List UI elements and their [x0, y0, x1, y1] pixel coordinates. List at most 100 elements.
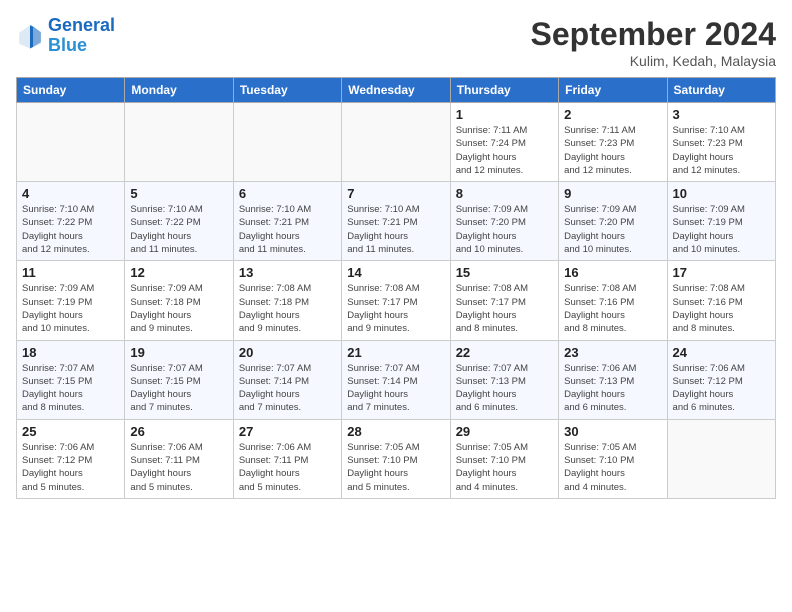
table-row: 14 Sunrise: 7:08 AMSunset: 7:17 PMDaylig…: [342, 261, 450, 340]
logo: General Blue: [16, 16, 115, 56]
table-row: 4 Sunrise: 7:10 AMSunset: 7:22 PMDayligh…: [17, 182, 125, 261]
day-number: 29: [456, 424, 553, 439]
table-row: 5 Sunrise: 7:10 AMSunset: 7:22 PMDayligh…: [125, 182, 233, 261]
day-info: Sunrise: 7:06 AMSunset: 7:13 PMDaylight …: [564, 362, 661, 415]
day-info: Sunrise: 7:06 AMSunset: 7:12 PMDaylight …: [22, 441, 119, 494]
col-header-wednesday: Wednesday: [342, 78, 450, 103]
calendar-body: 1 Sunrise: 7:11 AMSunset: 7:24 PMDayligh…: [17, 103, 776, 499]
day-number: 7: [347, 186, 444, 201]
day-info: Sunrise: 7:06 AMSunset: 7:11 PMDaylight …: [130, 441, 227, 494]
day-number: 23: [564, 345, 661, 360]
day-number: 5: [130, 186, 227, 201]
calendar-week-4: 18 Sunrise: 7:07 AMSunset: 7:15 PMDaylig…: [17, 340, 776, 419]
title-block: September 2024 Kulim, Kedah, Malaysia: [531, 16, 776, 69]
table-row: 26 Sunrise: 7:06 AMSunset: 7:11 PMDaylig…: [125, 419, 233, 498]
day-number: 11: [22, 265, 119, 280]
calendar-header-row: SundayMondayTuesdayWednesdayThursdayFrid…: [17, 78, 776, 103]
day-info: Sunrise: 7:10 AMSunset: 7:22 PMDaylight …: [22, 203, 119, 256]
day-number: 14: [347, 265, 444, 280]
day-number: 25: [22, 424, 119, 439]
month-title: September 2024: [531, 16, 776, 53]
day-number: 20: [239, 345, 336, 360]
day-info: Sunrise: 7:06 AMSunset: 7:12 PMDaylight …: [673, 362, 770, 415]
calendar-week-3: 11 Sunrise: 7:09 AMSunset: 7:19 PMDaylig…: [17, 261, 776, 340]
calendar-table: SundayMondayTuesdayWednesdayThursdayFrid…: [16, 77, 776, 499]
logo-text: General Blue: [48, 16, 115, 56]
day-info: Sunrise: 7:08 AMSunset: 7:17 PMDaylight …: [456, 282, 553, 335]
table-row: 28 Sunrise: 7:05 AMSunset: 7:10 PMDaylig…: [342, 419, 450, 498]
day-number: 16: [564, 265, 661, 280]
table-row: 6 Sunrise: 7:10 AMSunset: 7:21 PMDayligh…: [233, 182, 341, 261]
col-header-monday: Monday: [125, 78, 233, 103]
day-info: Sunrise: 7:09 AMSunset: 7:20 PMDaylight …: [564, 203, 661, 256]
table-row: 23 Sunrise: 7:06 AMSunset: 7:13 PMDaylig…: [559, 340, 667, 419]
day-info: Sunrise: 7:07 AMSunset: 7:13 PMDaylight …: [456, 362, 553, 415]
table-row: 10 Sunrise: 7:09 AMSunset: 7:19 PMDaylig…: [667, 182, 775, 261]
day-number: 3: [673, 107, 770, 122]
col-header-thursday: Thursday: [450, 78, 558, 103]
day-info: Sunrise: 7:09 AMSunset: 7:18 PMDaylight …: [130, 282, 227, 335]
calendar-week-5: 25 Sunrise: 7:06 AMSunset: 7:12 PMDaylig…: [17, 419, 776, 498]
day-info: Sunrise: 7:06 AMSunset: 7:11 PMDaylight …: [239, 441, 336, 494]
day-info: Sunrise: 7:07 AMSunset: 7:15 PMDaylight …: [130, 362, 227, 415]
day-info: Sunrise: 7:05 AMSunset: 7:10 PMDaylight …: [347, 441, 444, 494]
day-info: Sunrise: 7:05 AMSunset: 7:10 PMDaylight …: [564, 441, 661, 494]
day-number: 21: [347, 345, 444, 360]
table-row: 11 Sunrise: 7:09 AMSunset: 7:19 PMDaylig…: [17, 261, 125, 340]
day-info: Sunrise: 7:07 AMSunset: 7:14 PMDaylight …: [347, 362, 444, 415]
location-subtitle: Kulim, Kedah, Malaysia: [531, 53, 776, 69]
day-number: 8: [456, 186, 553, 201]
day-info: Sunrise: 7:10 AMSunset: 7:22 PMDaylight …: [130, 203, 227, 256]
day-info: Sunrise: 7:08 AMSunset: 7:16 PMDaylight …: [673, 282, 770, 335]
table-row: 25 Sunrise: 7:06 AMSunset: 7:12 PMDaylig…: [17, 419, 125, 498]
day-number: 10: [673, 186, 770, 201]
table-row: [233, 103, 341, 182]
table-row: 17 Sunrise: 7:08 AMSunset: 7:16 PMDaylig…: [667, 261, 775, 340]
logo-icon: [16, 22, 44, 50]
day-number: 12: [130, 265, 227, 280]
day-info: Sunrise: 7:08 AMSunset: 7:16 PMDaylight …: [564, 282, 661, 335]
day-number: 15: [456, 265, 553, 280]
table-row: 2 Sunrise: 7:11 AMSunset: 7:23 PMDayligh…: [559, 103, 667, 182]
table-row: 30 Sunrise: 7:05 AMSunset: 7:10 PMDaylig…: [559, 419, 667, 498]
day-info: Sunrise: 7:08 AMSunset: 7:18 PMDaylight …: [239, 282, 336, 335]
day-number: 28: [347, 424, 444, 439]
table-row: [342, 103, 450, 182]
day-number: 1: [456, 107, 553, 122]
day-number: 22: [456, 345, 553, 360]
day-info: Sunrise: 7:07 AMSunset: 7:14 PMDaylight …: [239, 362, 336, 415]
day-number: 19: [130, 345, 227, 360]
day-number: 2: [564, 107, 661, 122]
day-info: Sunrise: 7:11 AMSunset: 7:23 PMDaylight …: [564, 124, 661, 177]
page-header: General Blue September 2024 Kulim, Kedah…: [16, 16, 776, 69]
day-number: 13: [239, 265, 336, 280]
day-info: Sunrise: 7:09 AMSunset: 7:20 PMDaylight …: [456, 203, 553, 256]
day-number: 18: [22, 345, 119, 360]
table-row: 20 Sunrise: 7:07 AMSunset: 7:14 PMDaylig…: [233, 340, 341, 419]
table-row: 29 Sunrise: 7:05 AMSunset: 7:10 PMDaylig…: [450, 419, 558, 498]
table-row: 19 Sunrise: 7:07 AMSunset: 7:15 PMDaylig…: [125, 340, 233, 419]
col-header-sunday: Sunday: [17, 78, 125, 103]
day-number: 9: [564, 186, 661, 201]
table-row: 15 Sunrise: 7:08 AMSunset: 7:17 PMDaylig…: [450, 261, 558, 340]
day-info: Sunrise: 7:05 AMSunset: 7:10 PMDaylight …: [456, 441, 553, 494]
table-row: 27 Sunrise: 7:06 AMSunset: 7:11 PMDaylig…: [233, 419, 341, 498]
calendar-week-2: 4 Sunrise: 7:10 AMSunset: 7:22 PMDayligh…: [17, 182, 776, 261]
day-number: 27: [239, 424, 336, 439]
table-row: 13 Sunrise: 7:08 AMSunset: 7:18 PMDaylig…: [233, 261, 341, 340]
col-header-saturday: Saturday: [667, 78, 775, 103]
table-row: 1 Sunrise: 7:11 AMSunset: 7:24 PMDayligh…: [450, 103, 558, 182]
col-header-tuesday: Tuesday: [233, 78, 341, 103]
table-row: 16 Sunrise: 7:08 AMSunset: 7:16 PMDaylig…: [559, 261, 667, 340]
calendar-week-1: 1 Sunrise: 7:11 AMSunset: 7:24 PMDayligh…: [17, 103, 776, 182]
table-row: 8 Sunrise: 7:09 AMSunset: 7:20 PMDayligh…: [450, 182, 558, 261]
col-header-friday: Friday: [559, 78, 667, 103]
day-info: Sunrise: 7:09 AMSunset: 7:19 PMDaylight …: [22, 282, 119, 335]
day-info: Sunrise: 7:10 AMSunset: 7:23 PMDaylight …: [673, 124, 770, 177]
day-info: Sunrise: 7:10 AMSunset: 7:21 PMDaylight …: [239, 203, 336, 256]
day-info: Sunrise: 7:10 AMSunset: 7:21 PMDaylight …: [347, 203, 444, 256]
table-row: 12 Sunrise: 7:09 AMSunset: 7:18 PMDaylig…: [125, 261, 233, 340]
day-number: 4: [22, 186, 119, 201]
day-number: 24: [673, 345, 770, 360]
table-row: [667, 419, 775, 498]
